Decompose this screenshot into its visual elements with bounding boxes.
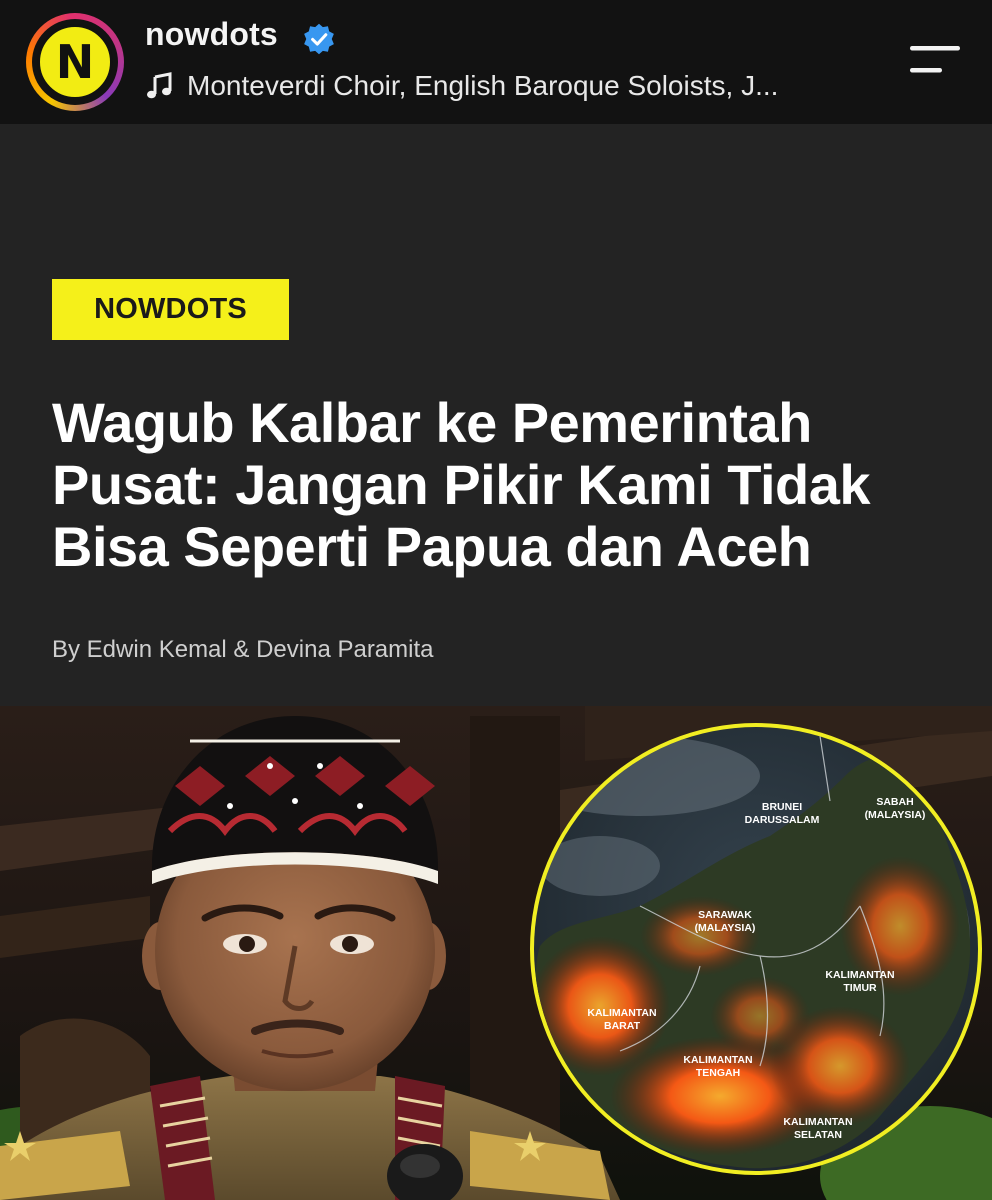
map-label-brunei: BRUNEI xyxy=(762,801,802,813)
top-bar: N nowdots Monteverdi Choir, English Baro… xyxy=(0,0,992,124)
category-badge[interactable]: NOWDOTS xyxy=(52,279,289,340)
article-photo-illustration: BRUNEI DARUSSALAM SABAH (MALAYSIA) SARAW… xyxy=(0,706,992,1200)
headline-line: Wagub Kalbar ke Pemerintah xyxy=(52,391,812,454)
article-byline: By Edwin Kemal & Devina Paramita xyxy=(52,636,434,663)
map-label-sabah: (MALAYSIA) xyxy=(865,809,926,821)
map-label-kalsel: SELATAN xyxy=(794,1129,842,1141)
account-name[interactable]: nowdots xyxy=(145,16,278,53)
article-image: BRUNEI DARUSSALAM SABAH (MALAYSIA) SARAW… xyxy=(0,706,992,1200)
map-label-brunei: DARUSSALAM xyxy=(745,814,820,826)
headline-line: Bisa Seperti Papua dan Aceh xyxy=(52,515,812,578)
map-label-sabah: SABAH xyxy=(876,796,913,808)
avatar-letter: N xyxy=(55,35,95,89)
map-label-kalbar: BARAT xyxy=(604,1020,641,1032)
headline-line: Pusat: Jangan Pikir Kami Tidak xyxy=(52,453,871,516)
map-label-kalbar: KALIMANTAN xyxy=(587,1007,656,1019)
map-label-sarawak: (MALAYSIA) xyxy=(695,922,756,934)
verified-badge-icon xyxy=(304,23,334,55)
map-label-sarawak: SARAWAK xyxy=(698,909,752,921)
article-header: NOWDOTS Wagub Kalbar ke Pemerintah Pusat… xyxy=(0,124,992,706)
map-label-kalteng: TENGAH xyxy=(696,1067,740,1079)
avatar-logo: N xyxy=(37,24,113,100)
music-track-row[interactable]: Monteverdi Choir, English Baroque Solois… xyxy=(145,68,778,104)
map-label-kaltim: KALIMANTAN xyxy=(825,969,894,981)
music-note-icon xyxy=(147,72,172,99)
menu-icon[interactable] xyxy=(904,40,966,80)
category-label: NOWDOTS xyxy=(94,293,247,325)
map-label-kalteng: KALIMANTAN xyxy=(683,1054,752,1066)
profile-avatar[interactable]: N xyxy=(26,13,124,111)
map-label-kalsel: KALIMANTAN xyxy=(783,1116,852,1128)
music-track-label: Monteverdi Choir, English Baroque Solois… xyxy=(187,70,779,101)
map-label-kaltim: TIMUR xyxy=(843,982,877,994)
article-headline: Wagub Kalbar ke Pemerintah Pusat: Jangan… xyxy=(52,392,962,578)
